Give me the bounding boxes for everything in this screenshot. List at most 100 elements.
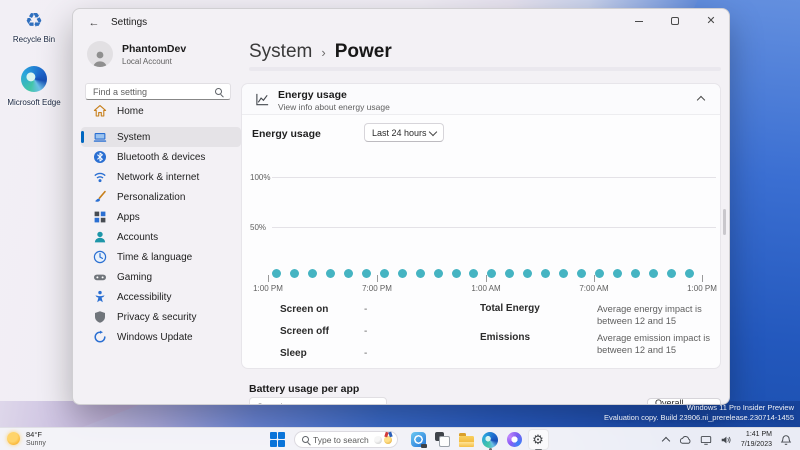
energy-usage-row-label: Energy usage bbox=[252, 128, 321, 140]
desktop-icon-microsoft-edge[interactable]: Microsoft Edge bbox=[6, 66, 62, 107]
maximize-button[interactable] bbox=[657, 9, 693, 33]
taskbar-app-browser-ring[interactable] bbox=[504, 429, 525, 450]
taskbar-app-file-explorer[interactable] bbox=[456, 429, 477, 450]
sidebar-item-label: Accounts bbox=[117, 231, 159, 243]
energy-usage-expander[interactable]: Energy usage View info about energy usag… bbox=[242, 84, 720, 115]
sidebar-item-accessibility[interactable]: Accessibility bbox=[81, 287, 241, 307]
system-tray: 1:41 PM 7/19/2023 bbox=[656, 428, 796, 450]
user-account[interactable]: PhantomDev Local Account bbox=[85, 41, 186, 67]
pivot-bar bbox=[249, 67, 721, 71]
breadcrumb-parent[interactable]: System bbox=[249, 41, 312, 63]
app-search-box[interactable] bbox=[249, 397, 387, 404]
y-axis-label: 100% bbox=[250, 173, 271, 182]
task-view-icon bbox=[434, 432, 450, 448]
stat-row: Screen on - bbox=[280, 304, 367, 326]
sidebar-item-accounts[interactable]: Accounts bbox=[81, 227, 241, 247]
taskbar-search-input[interactable] bbox=[313, 434, 374, 445]
home-icon bbox=[93, 104, 107, 118]
back-button[interactable]: ← bbox=[85, 15, 103, 31]
clock-date: 7/19/2023 bbox=[740, 440, 772, 448]
sidebar-item-time-language[interactable]: Time & language bbox=[81, 247, 241, 267]
app-search-input[interactable] bbox=[250, 402, 374, 404]
notifications-button[interactable] bbox=[779, 432, 794, 447]
sidebar-item-privacy-security[interactable]: Privacy & security bbox=[81, 307, 241, 327]
stat-label: Total Energy bbox=[480, 303, 540, 314]
sidebar-item-bluetooth-devices[interactable]: Bluetooth & devices bbox=[81, 147, 241, 167]
desktop-icon-label: Recycle Bin bbox=[12, 35, 56, 44]
settings-window: ← Settings ✕ PhantomDev Local Account Fi… bbox=[72, 8, 730, 405]
time-language-icon bbox=[93, 250, 107, 264]
sidebar-item-personalization[interactable]: Personalization bbox=[81, 187, 241, 207]
taskbar-search-box[interactable] bbox=[294, 431, 398, 448]
windows-update-icon bbox=[93, 330, 107, 344]
gaming-icon bbox=[93, 270, 107, 284]
clock[interactable]: 1:41 PM 7/19/2023 bbox=[741, 430, 772, 449]
bluetooth-icon bbox=[93, 150, 107, 164]
energy-usage-card: Energy usage View info about energy usag… bbox=[241, 83, 721, 369]
desktop-icon-recycle-bin[interactable]: ♻ Recycle Bin bbox=[6, 8, 62, 44]
weather-widget[interactable]: 84°F Sunny bbox=[7, 430, 46, 447]
taskbar-app-settings[interactable]: ⚙ bbox=[527, 429, 549, 450]
stat-label: Sleep bbox=[280, 348, 307, 359]
main-pane: System › Power Energy usage View info ab… bbox=[241, 37, 721, 404]
chevron-down-icon bbox=[428, 127, 438, 136]
stat-label: Screen on bbox=[280, 304, 329, 315]
chevron-up-icon[interactable] bbox=[658, 432, 673, 447]
energy-data-point bbox=[289, 269, 299, 278]
sidebar-item-label: Time & language bbox=[117, 251, 193, 263]
person-icon bbox=[93, 51, 107, 67]
minimize-button[interactable] bbox=[621, 9, 657, 33]
sidebar-item-gaming[interactable]: Gaming bbox=[81, 267, 241, 287]
display-icon[interactable] bbox=[698, 432, 713, 447]
time-range-dropdown[interactable]: Last 24 hours bbox=[364, 123, 444, 142]
taskbar-app-task-view[interactable] bbox=[432, 429, 453, 450]
selected-indicator bbox=[81, 131, 84, 143]
volume-icon[interactable] bbox=[718, 432, 733, 447]
gridline bbox=[272, 227, 716, 228]
stat-value: - bbox=[364, 326, 368, 337]
page-title: Power bbox=[334, 41, 392, 62]
sidebar-item-label: Bluetooth & devices bbox=[117, 151, 206, 163]
time-range-value: Last 24 hours bbox=[372, 127, 427, 138]
stats-left: Screen on - Screen off - Sleep - bbox=[280, 304, 367, 370]
close-button[interactable]: ✕ bbox=[693, 9, 729, 33]
start-button[interactable] bbox=[270, 432, 285, 447]
edge-icon bbox=[21, 66, 47, 92]
settings-search-input[interactable] bbox=[86, 86, 215, 97]
sidebar-item-label: Home bbox=[117, 105, 144, 117]
scrollbar[interactable] bbox=[723, 209, 726, 235]
pinned-apps: ⚙ bbox=[406, 429, 550, 450]
stats-right: Total Energy Average energy impact is bet… bbox=[480, 303, 721, 361]
chart-dots bbox=[272, 269, 694, 278]
sidebar-item-system[interactable]: System bbox=[81, 127, 241, 147]
x-axis-tick bbox=[486, 275, 487, 282]
sidebar-item-windows-update[interactable]: Windows Update bbox=[81, 327, 241, 347]
onedrive-icon[interactable] bbox=[678, 432, 693, 447]
sidebar-item-home[interactable]: Home bbox=[81, 101, 241, 121]
stat-value: - bbox=[364, 348, 368, 359]
sidebar-item-label: Windows Update bbox=[117, 331, 193, 343]
card-subtitle: View info about energy usage bbox=[278, 102, 390, 112]
energy-data-point bbox=[684, 269, 694, 278]
settings-search-box[interactable] bbox=[85, 83, 231, 100]
search-icon bbox=[215, 88, 222, 95]
sidebar-item-label: Network & internet bbox=[117, 171, 200, 183]
desktop: ♻ Recycle Bin Microsoft Edge ← Settings ✕ … bbox=[0, 0, 800, 450]
search-icon bbox=[374, 403, 381, 404]
energy-data-point bbox=[361, 269, 371, 278]
taskbar-app-edge[interactable] bbox=[480, 429, 501, 450]
sidebar-nav: Home System Bluetooth & devices Network & i… bbox=[81, 101, 241, 347]
sidebar-item-label: Privacy & security bbox=[117, 311, 197, 323]
maximize-icon bbox=[671, 17, 679, 25]
x-axis-label: 1:00 PM bbox=[687, 284, 717, 293]
sidebar-item-apps[interactable]: Apps bbox=[81, 207, 241, 227]
x-axis-tick bbox=[594, 275, 595, 282]
sidebar-item-network-internet[interactable]: Network & internet bbox=[81, 167, 241, 187]
taskbar-app-copilot-preview[interactable] bbox=[408, 429, 429, 450]
stat-label: Emissions bbox=[480, 332, 531, 344]
minimize-icon bbox=[635, 20, 643, 22]
stat-value: Average energy impact is between 12 and … bbox=[597, 304, 702, 327]
titlebar[interactable]: ← Settings ✕ bbox=[73, 9, 729, 37]
chevron-up-icon[interactable] bbox=[696, 95, 706, 105]
x-axis-label: 1:00 PM bbox=[253, 284, 283, 293]
